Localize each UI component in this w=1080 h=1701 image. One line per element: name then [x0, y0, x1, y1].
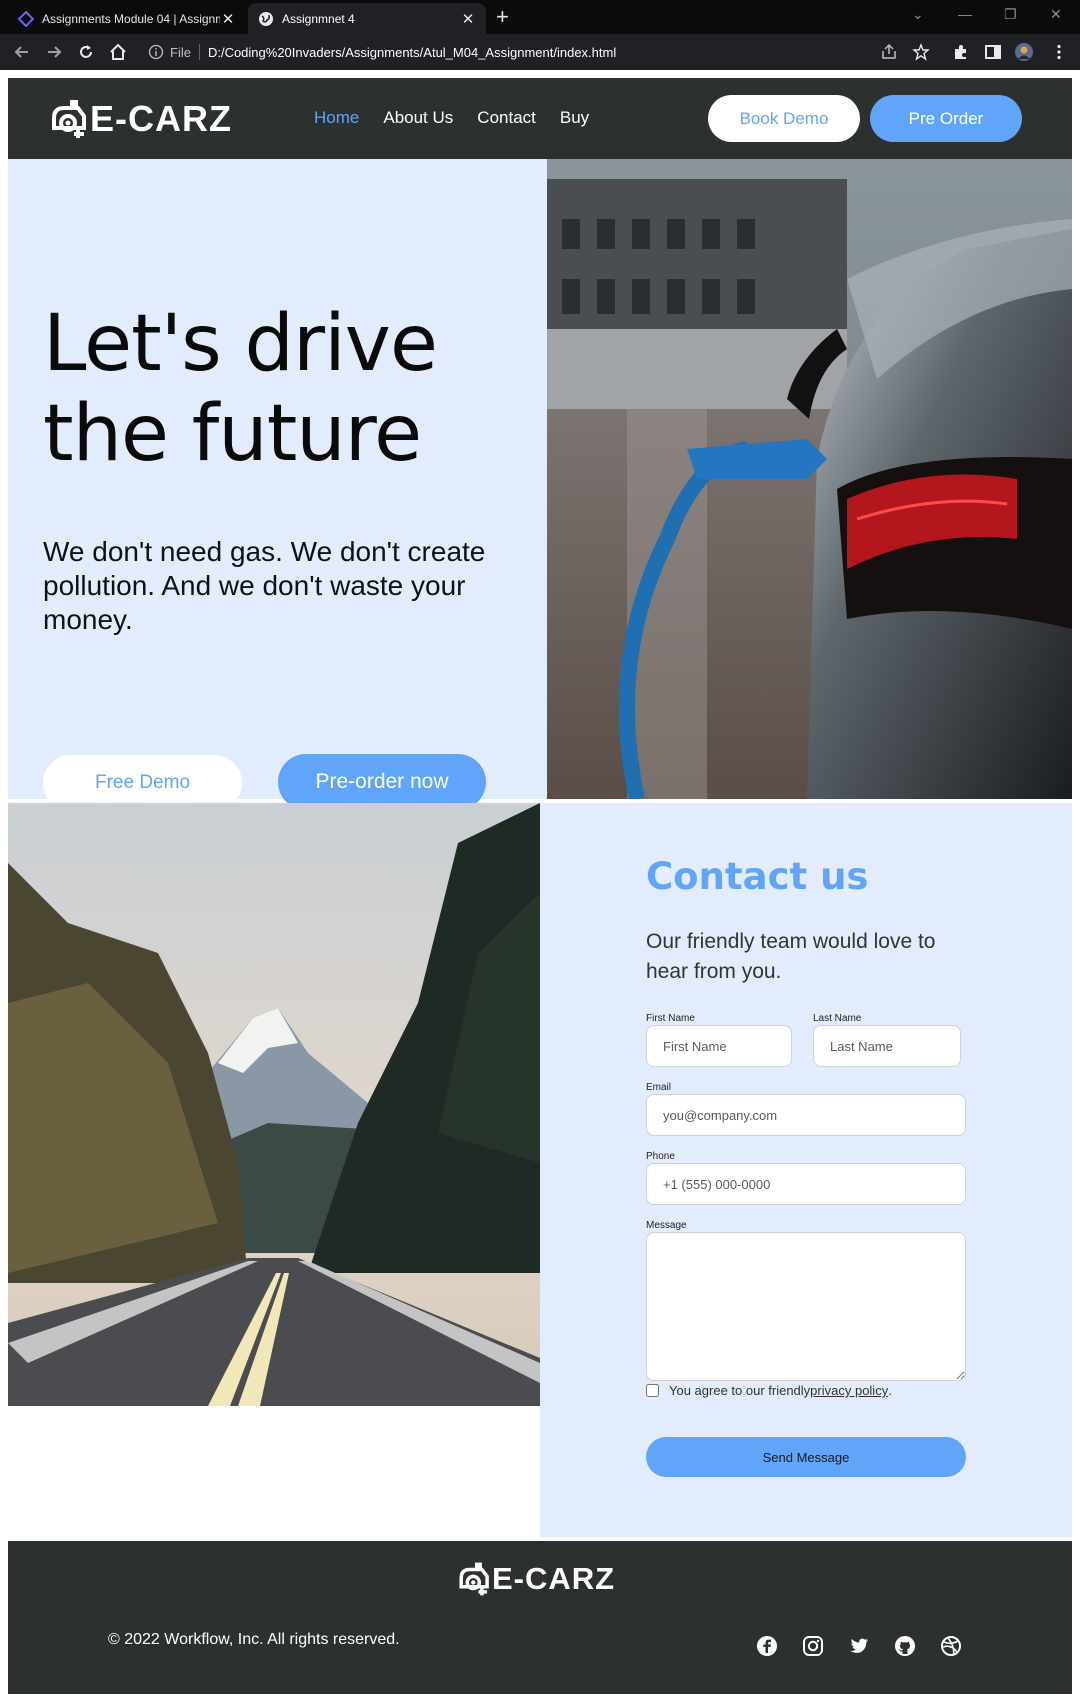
restore-icon[interactable]: ❐ — [1004, 6, 1017, 23]
nav-link-home[interactable]: Home — [314, 108, 359, 128]
book-demo-button[interactable]: Book Demo — [708, 95, 860, 142]
share-icon[interactable] — [880, 43, 898, 61]
browser-tab[interactable]: Assignments Module 04 | Assignme ✕ — [8, 3, 246, 34]
globe-icon — [259, 11, 273, 26]
browser-toolbar: File D:/Coding%20Invaders/Assignments/At… — [0, 34, 1080, 70]
ev-charging-image — [547, 159, 1072, 799]
divider — [198, 44, 200, 60]
nav-link-contact[interactable]: Contact — [477, 108, 536, 128]
menu-kebab-icon[interactable] — [1050, 43, 1068, 61]
site-header: E-CARZ Home About Us Contact Buy Book De… — [8, 78, 1072, 159]
scheme-label: File — [170, 44, 191, 60]
site-footer: E-CARZ © 2022 Workflow, Inc. All rights … — [8, 1541, 1072, 1694]
send-message-button[interactable]: Send Message — [646, 1437, 966, 1477]
browser-tab-bar: Assignments Module 04 | Assignme ✕ Assig… — [0, 0, 1080, 34]
url-text[interactable]: D:/Coding%20Invaders/Assignments/Atul_M0… — [208, 45, 616, 60]
contact-title: Contact us — [646, 855, 869, 898]
hero-section: Let's drive the future We don't need gas… — [8, 159, 547, 811]
brand-logo[interactable]: E-CARZ — [48, 96, 232, 142]
hero-title: Let's drive the future — [43, 299, 438, 479]
close-window-icon[interactable]: ✕ — [1050, 6, 1062, 23]
privacy-agreement: You agree to our friendly privacy policy… — [646, 1383, 892, 1398]
info-icon[interactable] — [148, 44, 164, 60]
privacy-checkbox[interactable] — [646, 1384, 659, 1397]
message-textarea[interactable] — [646, 1232, 966, 1381]
nav-link-buy[interactable]: Buy — [560, 108, 589, 128]
facebook-icon[interactable] — [756, 1635, 778, 1657]
last-name-label: Last Name — [813, 1013, 862, 1024]
address-bar[interactable]: File D:/Coding%20Invaders/Assignments/At… — [140, 38, 940, 66]
github-icon[interactable] — [894, 1635, 916, 1657]
first-name-label: First Name — [646, 1013, 695, 1024]
pre-order-button[interactable]: Pre Order — [870, 95, 1022, 142]
reload-icon[interactable] — [76, 42, 96, 62]
last-name-field[interactable] — [813, 1025, 961, 1067]
car-plug-logo-icon — [459, 1562, 489, 1596]
new-tab-icon[interactable]: + — [496, 4, 509, 30]
page-viewport: E-CARZ Home About Us Contact Buy Book De… — [8, 78, 1072, 1694]
main-nav: Home About Us Contact Buy — [314, 108, 613, 128]
home-icon[interactable] — [108, 42, 128, 62]
agree-text: You agree to our friendly — [669, 1383, 811, 1398]
copyright-text: © 2022 Workflow, Inc. All rights reserve… — [108, 1631, 400, 1648]
car-plug-logo-icon — [52, 100, 86, 138]
first-name-field[interactable] — [646, 1025, 792, 1067]
tab-title: Assignmnet 4 — [282, 11, 355, 26]
pre-order-now-button[interactable]: Pre-order now — [278, 754, 486, 810]
tab-search-icon[interactable]: ⌄ — [912, 6, 924, 23]
hero-subtitle: We don't need gas. We don't create pollu… — [43, 536, 486, 635]
browser-tab-active[interactable]: Assignmnet 4 ✕ — [248, 3, 486, 34]
message-label: Message — [646, 1220, 687, 1231]
brand-name: E-CARZ — [90, 98, 232, 139]
phone-label: Phone — [646, 1151, 675, 1162]
agree-suffix: . — [888, 1383, 892, 1398]
instagram-icon[interactable] — [802, 1635, 824, 1657]
footer-brand-name: E-CARZ — [492, 1561, 616, 1596]
dribbble-icon[interactable] — [940, 1635, 962, 1657]
mountain-road-image — [8, 803, 540, 1406]
tab-title: Assignments Module 04 | Assignme — [42, 11, 220, 26]
email-label: Email — [646, 1082, 672, 1093]
side-panel-icon[interactable] — [984, 43, 1002, 61]
email-field[interactable] — [646, 1094, 966, 1136]
twitter-icon[interactable] — [848, 1635, 870, 1657]
minimize-icon[interactable]: — — [958, 6, 972, 22]
nav-link-about[interactable]: About Us — [383, 108, 453, 128]
back-icon[interactable] — [12, 42, 32, 62]
privacy-policy-link[interactable]: privacy policy — [810, 1383, 888, 1398]
phone-field[interactable] — [646, 1163, 966, 1205]
star-icon[interactable] — [912, 43, 930, 61]
site-favicon-icon — [18, 10, 34, 27]
viewport-top-edge — [0, 70, 1080, 78]
forward-icon[interactable] — [44, 42, 64, 62]
footer-logo[interactable]: E-CARZ — [456, 1559, 615, 1599]
close-icon[interactable]: ✕ — [460, 10, 476, 28]
close-icon[interactable]: ✕ — [220, 10, 236, 28]
extensions-icon[interactable] — [952, 43, 970, 61]
social-links — [756, 1635, 962, 1657]
contact-subtitle: Our friendly team would love to hear fro… — [646, 930, 936, 983]
contact-section: Contact us Our friendly team would love … — [540, 803, 1072, 1537]
profile-avatar[interactable] — [1015, 43, 1033, 61]
